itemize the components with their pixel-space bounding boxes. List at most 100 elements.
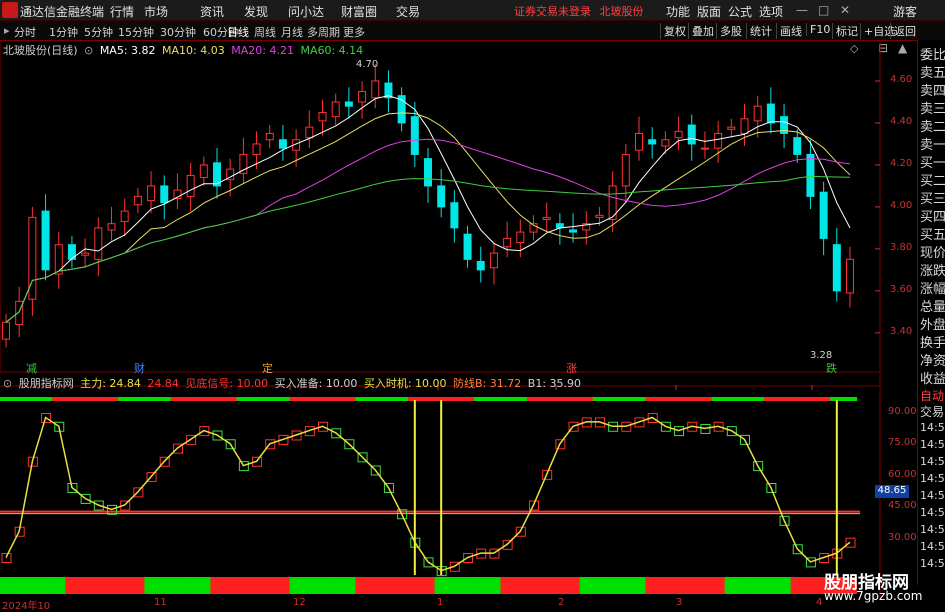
menu-wealth[interactable]: 财富圈 <box>341 3 377 20</box>
signal-bar-segment <box>526 397 541 401</box>
menu-function[interactable]: 功能 <box>666 3 690 20</box>
ind-y-tick: 30.00 <box>888 532 917 543</box>
bottom-bar-segment <box>342 577 356 594</box>
tab-1min[interactable]: 1分钟 <box>49 24 78 40</box>
menu-quotes[interactable]: 行情 <box>110 3 134 20</box>
tab-daily[interactable]: 日线 <box>227 24 249 40</box>
ind-y-tick: 60.00 <box>888 469 917 480</box>
quote-field[interactable]: 净资 <box>920 350 945 369</box>
signal-bar-segment <box>790 397 805 401</box>
bottom-bar-segment <box>315 577 330 594</box>
minimize-icon[interactable]: — <box>796 3 808 17</box>
trade-notice: 证券交易未登录 <box>514 5 591 18</box>
menu-news[interactable]: 资讯 <box>200 3 224 20</box>
quote-field[interactable]: 买五 <box>920 224 945 243</box>
back-button[interactable]: 返回 <box>890 23 916 39</box>
candle-body <box>806 153 815 197</box>
tab-intraday[interactable]: 分时 <box>14 24 36 40</box>
toolbar-arrow-icon[interactable]: ▸ <box>4 24 10 37</box>
candle-body <box>331 101 340 118</box>
candle-body <box>81 252 90 256</box>
quote-field[interactable]: 委比 <box>920 44 945 63</box>
candle-body <box>819 191 828 239</box>
tab-30min[interactable]: 30分钟 <box>160 24 196 40</box>
bottom-bar-segment <box>658 577 673 594</box>
x-label: 1 <box>437 597 444 608</box>
tab-more[interactable]: 更多 <box>343 24 365 40</box>
tab-weekly[interactable]: 周线 <box>254 24 276 40</box>
bottom-bar-segment <box>526 577 541 594</box>
overlay-button[interactable]: 叠加 <box>688 23 714 39</box>
tick-time: 14:56 <box>920 540 945 553</box>
menu-layout[interactable]: 版面 <box>697 3 721 20</box>
ma-lines <box>5 95 851 323</box>
quote-field[interactable]: 涨幅 <box>920 278 945 297</box>
candle-body <box>358 90 367 103</box>
quote-field[interactable]: 买二 <box>920 170 945 189</box>
signal-bar-segment <box>421 397 436 401</box>
menu-trade[interactable]: 交易 <box>396 3 420 20</box>
event-marker[interactable]: 定 <box>262 360 273 376</box>
quote-field[interactable]: 卖四 <box>920 80 945 99</box>
quote-field[interactable]: 买四 <box>920 206 945 225</box>
guest-button[interactable]: 游客 <box>893 3 917 20</box>
bottom-bar-segment <box>395 577 409 594</box>
quote-field[interactable]: 买三 <box>920 188 945 207</box>
quote-field[interactable]: 卖二 <box>920 116 945 135</box>
main-force-line <box>5 416 851 572</box>
multi-stock-button[interactable]: 多股 <box>716 23 742 39</box>
f10-button[interactable]: F10 <box>806 23 830 36</box>
x-label: 12 <box>293 597 306 608</box>
tab-5min[interactable]: 5分钟 <box>84 24 113 40</box>
signal-bar-segment <box>619 397 633 401</box>
event-marker[interactable]: 涨 <box>566 360 577 376</box>
signal-bar-segment <box>65 397 80 401</box>
mark-button[interactable]: 标记 <box>832 23 858 39</box>
bottom-bar-segment <box>751 577 765 594</box>
candle-body <box>41 210 50 271</box>
quote-field[interactable]: 总量 <box>920 296 945 315</box>
tab-multi-period[interactable]: 多周期 <box>307 24 340 40</box>
stats-button[interactable]: 统计 <box>746 23 772 39</box>
menu-discover[interactable]: 发现 <box>244 3 268 20</box>
event-marker[interactable]: 财 <box>134 360 145 376</box>
candle-body <box>147 185 156 202</box>
menu-formula[interactable]: 公式 <box>728 3 752 20</box>
quote-field[interactable]: 涨跌 <box>920 260 945 279</box>
maximize-icon[interactable]: □ <box>818 3 829 17</box>
restore-rights-button[interactable]: 复权 <box>660 23 686 39</box>
quote-field[interactable]: 换手 <box>920 332 945 351</box>
draw-line-button[interactable]: 画线 <box>776 23 802 39</box>
candle-body <box>542 216 551 220</box>
quote-field[interactable]: 买一 <box>920 152 945 171</box>
menu-wenxiaoda[interactable]: 问小达 <box>288 3 324 20</box>
chart-area[interactable] <box>0 40 917 597</box>
candle-body <box>661 139 670 147</box>
close-icon[interactable]: ✕ <box>840 3 850 17</box>
candle-body <box>120 210 129 223</box>
bottom-bar-segment <box>249 577 264 594</box>
quote-field[interactable]: 卖五 <box>920 62 945 81</box>
indicator-settings-icon[interactable]: ⊙ <box>3 377 12 390</box>
menu-market[interactable]: 市场 <box>144 3 168 20</box>
candle-body <box>674 130 683 139</box>
candle-body <box>410 116 419 155</box>
trade-label[interactable]: 交易 <box>920 403 944 420</box>
signal-bar-segment <box>751 397 765 401</box>
event-marker[interactable]: 减 <box>26 360 37 376</box>
quote-field[interactable]: 卖一 <box>920 134 945 153</box>
signal-bar-segment <box>447 397 462 401</box>
tab-monthly[interactable]: 月线 <box>281 24 303 40</box>
stock-name: 北玻股份 <box>599 5 644 18</box>
quote-field[interactable]: 现价 <box>920 242 945 261</box>
menu-options[interactable]: 选项 <box>759 3 783 20</box>
signal-bar-segment <box>843 397 858 401</box>
candle-body <box>133 195 142 206</box>
bottom-bar-segment <box>144 577 158 594</box>
tab-15min[interactable]: 15分钟 <box>118 24 154 40</box>
auto-trade-label[interactable]: 自动 <box>920 387 944 404</box>
event-marker[interactable]: 跌 <box>826 360 837 376</box>
quote-field[interactable]: 卖三 <box>920 98 945 117</box>
quote-field[interactable]: 外盘 <box>920 314 945 333</box>
candle-body <box>793 137 802 155</box>
